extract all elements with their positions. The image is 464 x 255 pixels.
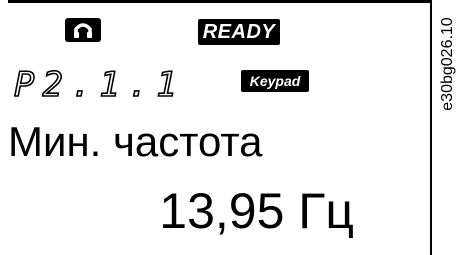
keypad-display: READY P2.1.1 Keypad Мин. частота 13,95 Г… [0,0,432,255]
keypad-mode-icon [65,18,101,42]
display-top-edge [8,0,432,3]
display-right-edge [430,0,432,255]
status-badge: READY [198,19,280,45]
parameter-name: Мин. частота [8,118,263,165]
figure-id-label: e30bg026.10 [435,4,461,124]
parameter-code-text: P2.1.1 [14,65,185,102]
control-place-badge: Keypad [241,70,309,92]
figure-id-text: e30bg026.10 [439,17,456,111]
parameter-value: 13,95 Гц [159,183,354,239]
parameter-code: P2.1.1 [12,62,212,102]
